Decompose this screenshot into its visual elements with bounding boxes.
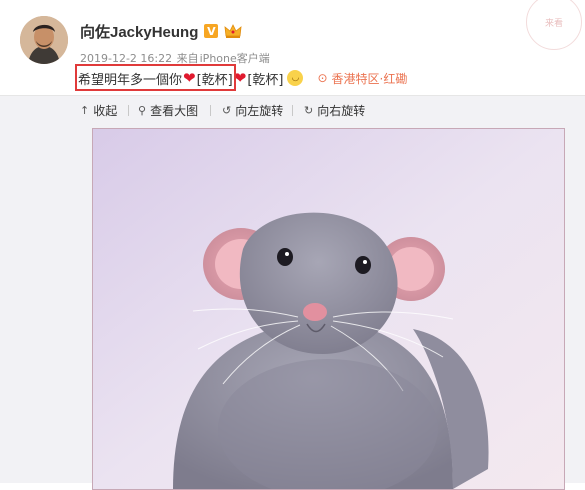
rotate-right-icon: ↻ xyxy=(304,103,314,117)
rotate-right-button[interactable]: ↻ 向右旋转 xyxy=(304,96,365,124)
post-timestamp[interactable]: 2019-12-2 16:22 xyxy=(80,52,172,65)
avatar[interactable] xyxy=(20,16,68,64)
rotate-left-button[interactable]: ↺ 向左旋转 xyxy=(222,96,283,124)
location-pin-icon: ⊙ xyxy=(317,71,328,85)
source-prefix: 来自 xyxy=(176,52,199,65)
username-link[interactable]: 向佐JackyHeung xyxy=(80,21,198,42)
post-source[interactable]: iPhone客户端 xyxy=(200,52,270,65)
emoji-cheers-text: [乾杯] xyxy=(247,72,284,88)
rotate-left-icon: ↺ xyxy=(222,103,232,117)
toolbar-divider xyxy=(210,105,211,116)
magnifier-icon: ⚲ xyxy=(138,103,147,117)
post-text: 希望明年多一個你 xyxy=(78,72,183,88)
grin-emoji-icon: ◡ xyxy=(287,70,304,86)
avatar-photo xyxy=(20,16,68,64)
location-link[interactable]: ⊙ 香港特区·红磡 xyxy=(317,70,407,87)
heart-icon: ❤ xyxy=(183,68,196,87)
image-toolbar: ↑ 收起 ⚲ 查看大图 ↺ 向左旋转 ↻ 向右旋转 xyxy=(0,95,585,124)
collapse-arrow-icon: ↑ xyxy=(80,103,90,117)
collapse-button[interactable]: ↑ 收起 xyxy=(80,96,117,124)
verified-badge-icon[interactable]: V xyxy=(204,24,219,38)
photo-viewer xyxy=(0,123,585,490)
watermark-stamp: 来看 xyxy=(526,0,582,50)
rat-illustration xyxy=(93,129,564,489)
toolbar-divider xyxy=(292,105,293,116)
weibo-post-header: 来看 向佐JackyHeung V 2019-12-2 16:22 来自iPho… xyxy=(0,0,585,95)
post-content: 希望明年多一個你 ❤ [乾杯] ❤ [乾杯] ◡ ⊙ 香港特区·红磡 xyxy=(78,67,407,89)
post-image-rat[interactable] xyxy=(92,128,565,490)
emoji-cheers-text: [乾杯] xyxy=(196,72,233,88)
post-meta: 2019-12-2 16:22 来自iPhone客户端 xyxy=(80,50,270,66)
heart-icon: ❤ xyxy=(233,68,247,87)
toolbar-divider xyxy=(128,105,129,116)
view-large-button[interactable]: ⚲ 查看大图 xyxy=(138,96,198,124)
member-crown-icon[interactable] xyxy=(224,23,242,39)
name-row: 向佐JackyHeung V xyxy=(80,20,242,42)
location-text: 香港特区·红磡 xyxy=(331,71,408,86)
